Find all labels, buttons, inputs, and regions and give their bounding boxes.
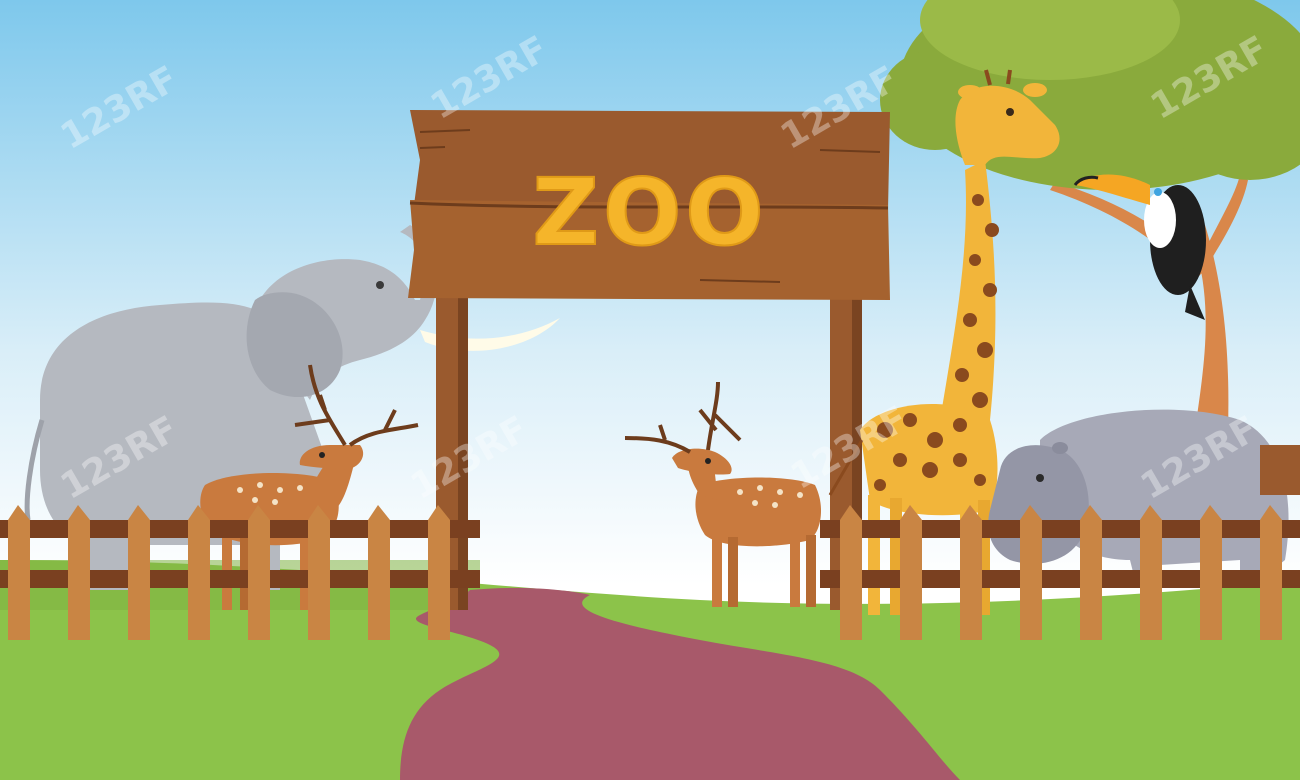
deer-center-leg-2 <box>728 537 738 607</box>
hippo-ear <box>1052 442 1068 454</box>
fence-right-rail-top <box>820 520 1300 538</box>
giraffe-ear-right <box>1023 83 1047 97</box>
deer-center-leg-3 <box>790 535 800 607</box>
elephant-eye <box>376 281 384 289</box>
right-box <box>1260 445 1300 495</box>
deer-center-leg-1 <box>712 535 722 607</box>
giraffe-eye <box>1006 108 1014 116</box>
sign-text: ZOO <box>532 159 767 266</box>
hippo-eye <box>1036 474 1044 482</box>
deer-center-leg-4 <box>806 535 816 607</box>
zoo-scene: ZOO 123RF 123RF 123RF 123RF 123RF 123RF … <box>0 0 1300 780</box>
giraffe-ear-left <box>958 85 982 99</box>
giraffe-leg-1 <box>868 495 880 615</box>
deer-left-eye <box>319 452 325 458</box>
toucan-eye <box>1154 188 1162 196</box>
deer-center-eye <box>705 458 711 464</box>
giraffe-horn-right <box>1006 69 1012 85</box>
fence-right-rail-bottom <box>820 570 1300 588</box>
